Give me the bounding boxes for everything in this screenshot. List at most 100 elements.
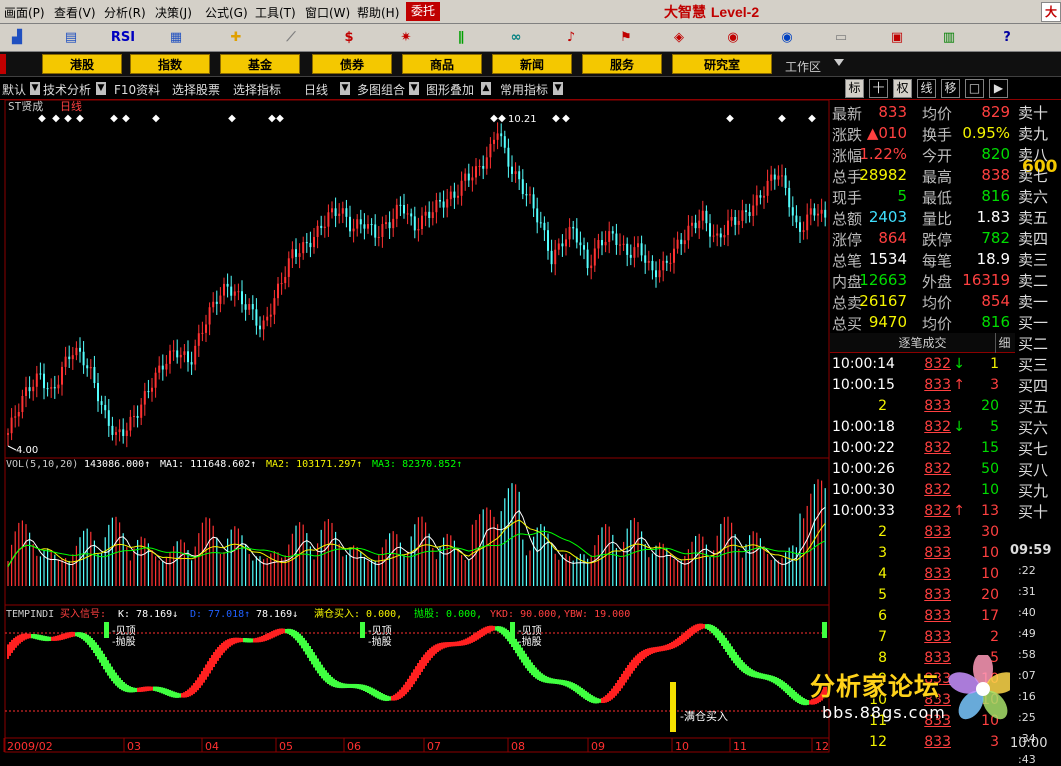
tick-icon[interactable]: ▤ [60,27,82,49]
candle-body [712,235,715,237]
category-news[interactable]: 新闻 [492,54,572,74]
trade-volume: 10 [981,545,999,561]
tab-select-stock[interactable]: 选择股票 [172,81,220,98]
trade-volume: 30 [981,524,999,540]
category-commodity[interactable]: 商品 [402,54,482,74]
menu-item-formula[interactable]: 公式(G) [205,4,248,21]
menu-item-analysis[interactable]: 分析(R) [104,4,146,21]
order-book-levels: 卖十 卖九 卖八 卖七 卖六 卖五 卖四 卖三 卖二 卖一 买一 买二 买三 买四 买五 买六 买七 买八 买九 买十 [1016,100,1061,521]
analysis-tab-bar: 默认 ▼ 技术分析 ▼ F10资料 选择股票 选择指标 日线 ▼ 多图组合 ▼ … [0,78,1061,177]
workspace-label[interactable]: 工作区 [785,58,821,75]
tab-cross[interactable]: 十 [869,79,888,98]
stock-chart[interactable]: ST贤成 日线4.0010.21◆ ◆ ◆ ◆ ◆ ◆ ◆ ◆ ◆ ◆ ◆ ◆ ◆ ◆ ◆ ◆ ◆VOL(5,10… [0,100,830,755]
tab-rights[interactable]: 权 [893,79,912,98]
trade-button[interactable]: 委托 [406,2,440,21]
category-bond[interactable]: 债券 [312,54,392,74]
diamond-icon[interactable]: ◈ [668,27,690,49]
candle-body [248,304,251,310]
category-hk[interactable]: 港股 [42,54,122,74]
candle-body [244,304,247,310]
tab-default[interactable]: 默认 [2,81,26,98]
candle-body [475,166,477,178]
window-icon[interactable]: ▣ [886,27,908,49]
chart-icon[interactable]: ▟ [6,27,28,49]
trade-volume: 3 [990,377,999,393]
month-label: 10 [675,740,689,753]
trade-time: 6 [878,608,887,624]
bars-icon[interactable]: ∥ [450,27,472,49]
ind-mc: 满仓买入: 0.000, [314,607,402,620]
ruler-icon[interactable]: ⟋ [280,27,302,49]
tab-mark[interactable]: 标 [845,79,864,98]
candle-body [698,220,701,229]
candle-body [125,430,128,437]
quote-list-icon[interactable]: ▦ [165,27,187,49]
tab-technical[interactable]: 技术分析 [43,81,91,98]
quote-row: 总额 2403 量比 1.83 [830,207,1015,228]
category-research[interactable]: 研究室 [672,54,772,74]
flag-icon[interactable]: ⚑ [615,27,637,49]
sign-icon[interactable]: ✷ [395,27,417,49]
tab-move[interactable]: 移 [941,79,960,98]
dropdown-arrow-icon[interactable]: ▼ [96,82,106,95]
candle-body [489,143,492,158]
quote-label: 跌停 [922,231,953,249]
corner-button[interactable]: 大 [1041,2,1061,22]
quote-label: 最新 [832,105,863,123]
candle-body [97,383,99,402]
bell-icon[interactable]: ♪ [560,27,582,49]
tab-frame[interactable]: □ [965,79,984,98]
category-edge [0,54,6,74]
candle-body [352,228,355,232]
candle-body [129,416,132,431]
dropdown-arrow-icon[interactable]: ▼ [30,82,40,95]
quote-label: 均价 [922,315,953,333]
candle-body [734,216,737,225]
dollar-icon[interactable]: $ [338,27,360,49]
menu-item-view[interactable]: 查看(V) [54,4,96,21]
detail-button[interactable]: 细 [995,333,1013,353]
keyboard-icon[interactable]: ▭ [830,27,852,49]
tab-line[interactable]: 线 [917,79,936,98]
tab-multi-chart[interactable]: 多图组合 [357,81,405,98]
lock-icon[interactable]: ▲ [481,82,491,95]
dropdown-arrow-icon[interactable]: ▼ [553,82,563,95]
menu-item-decision[interactable]: 决策(J) [155,4,192,21]
menu-item-tools[interactable]: 工具(T) [255,4,296,21]
quote-row: 现手 5 最低 816 [830,186,1015,207]
menu-item-screen[interactable]: 画面(P) [4,4,45,21]
candle-body [500,133,503,137]
candle-body [179,354,182,358]
rsi-icon[interactable]: RSI [110,27,136,49]
stock-a-icon[interactable]: ◉ [722,27,744,49]
menu-item-window[interactable]: 窗口(W) [305,4,350,21]
dropdown-arrow-icon[interactable]: ▼ [340,82,350,95]
candle-body [539,222,542,224]
candle-body [287,258,290,277]
tab-common-indicators[interactable]: 常用指标 [500,81,548,98]
tab-f10[interactable]: F10资料 [114,81,160,98]
crosshair-icon[interactable]: ✚ [225,27,247,49]
candle-body [813,208,816,216]
candle-body [183,351,186,355]
workspace-arrow-icon[interactable] [834,59,844,66]
candle-body [334,208,337,216]
tab-play[interactable]: ▶ [989,79,1008,98]
top-label: -见顶 [368,625,392,637]
tab-daily[interactable]: 日线 [304,81,328,98]
menu-item-help[interactable]: 帮助(H) [357,4,399,21]
tab-overlay[interactable]: 图形叠加 [426,81,474,98]
dropdown-arrow-icon[interactable]: ▼ [409,82,419,95]
tab-select-indicator[interactable]: 选择指标 [233,81,281,98]
quote-value: 0.95% [962,124,1010,142]
category-fund[interactable]: 基金 [220,54,300,74]
help-icon[interactable]: ? [996,27,1018,49]
time-mark: :40 [1018,606,1036,619]
time-mark: 10:00 [1010,736,1048,751]
trade-time: 10:00:15 [832,377,895,393]
category-index[interactable]: 指数 [130,54,210,74]
stock-b-icon[interactable]: ◉ [776,27,798,49]
category-service[interactable]: 服务 [582,54,662,74]
binoculars-icon[interactable]: ∞ [505,27,527,49]
books-icon[interactable]: ▥ [938,27,960,49]
